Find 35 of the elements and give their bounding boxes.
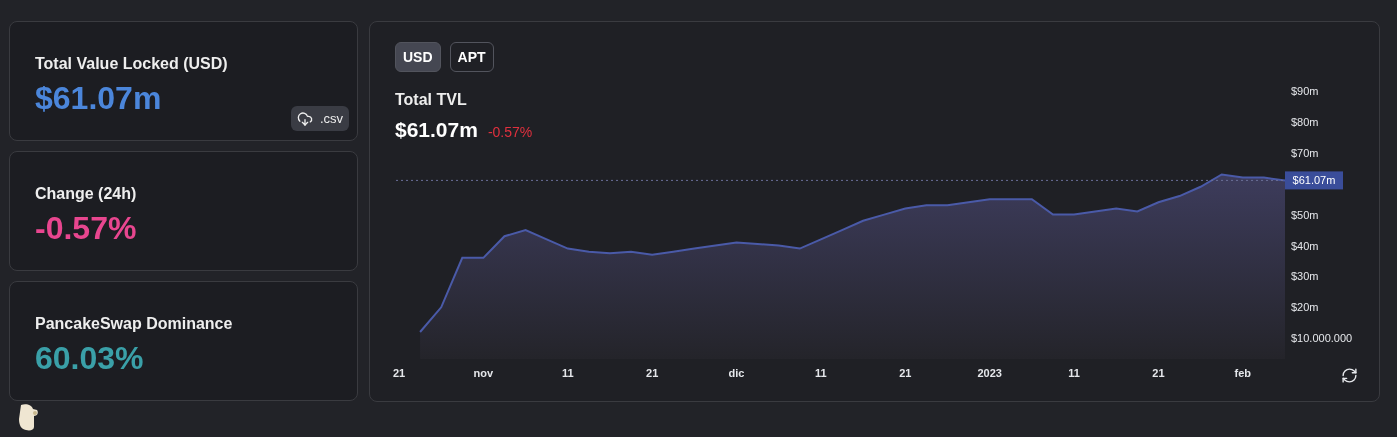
chart-value: $61.07m [395, 117, 478, 143]
y-axis-label: $80m [1291, 115, 1319, 128]
csv-download-button[interactable]: .csv [290, 106, 349, 131]
y-axis-label: $90m [1291, 85, 1319, 97]
y-axis-label: $20m [1291, 301, 1319, 314]
y-axis-label: $50m [1291, 208, 1319, 221]
x-axis-label: 21 [392, 367, 406, 379]
x-axis-label: feb [1234, 367, 1252, 379]
stat-value: 60.03% [35, 339, 144, 378]
x-axis-label: nov [473, 367, 494, 379]
refresh-icon[interactable] [1341, 367, 1358, 384]
x-axis-label: 11 [1068, 367, 1080, 379]
y-axis-label: $40m [1291, 239, 1319, 252]
stat-label: PancakeSwap Dominance [35, 314, 234, 334]
stat-value: $61.07m [35, 79, 162, 118]
x-axis-label: 21 [899, 367, 912, 379]
x-axis-label: 2023 [977, 367, 1002, 379]
download-icon [296, 110, 313, 127]
x-axis-label: 11 [561, 367, 574, 379]
y-axis-label: $70m [1291, 146, 1319, 159]
y-axis-label: $30m [1291, 270, 1319, 283]
currency-toggle[interactable]: APT [449, 42, 494, 72]
chart-title: Total TVL [395, 90, 467, 110]
ref-line-label: $61.07m [1292, 174, 1336, 187]
stat-label: Change (24h) [35, 184, 138, 204]
currency-toggle[interactable]: USD [395, 42, 441, 72]
stat-label: Total Value Locked (USD) [35, 54, 229, 74]
stat-value: -0.57% [35, 209, 137, 248]
y-axis-label: $10.000.000 [1291, 332, 1353, 345]
reference-line: $61.07m [395, 171, 1343, 190]
x-axis-label: 21 [646, 367, 659, 379]
x-axis-label: 21 [1152, 367, 1165, 379]
x-axis-label: 11 [815, 367, 827, 379]
x-axis-label: dic [728, 367, 745, 379]
chart-change: -0.57% [487, 123, 533, 142]
